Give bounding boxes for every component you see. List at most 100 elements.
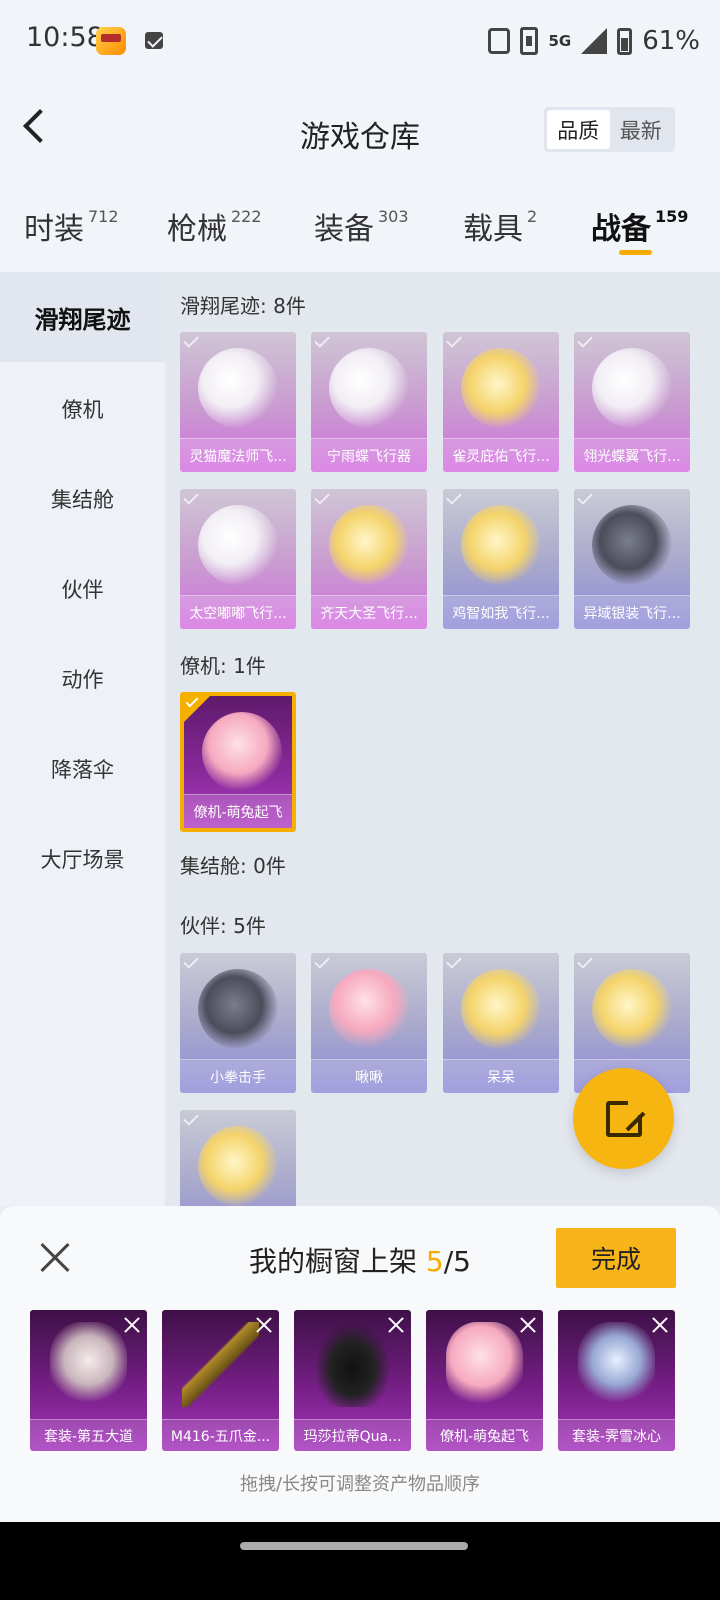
check-icon <box>446 332 462 348</box>
battery-icon <box>617 27 633 55</box>
sort-option-latest[interactable]: 最新 <box>610 110 673 149</box>
tab-weapons[interactable]: 枪械 222 <box>167 204 262 248</box>
sidebar-item-emote[interactable]: 动作 <box>0 634 165 724</box>
sidebar-item-partner[interactable]: 伙伴 <box>0 544 165 634</box>
item-grid: 滑翔尾迹: 8件 灵猫魔法师飞... 宁雨蝶飞行器 雀灵庇佑飞行... 翎光蝶翼… <box>165 272 720 1206</box>
showcase-slot[interactable]: 套装-第五大道 <box>30 1310 147 1451</box>
item-name: 太空嘟嘟飞行... <box>189 605 287 622</box>
done-button[interactable]: 完成 <box>556 1228 676 1288</box>
item-card[interactable]: 小拳击手 <box>180 953 296 1093</box>
item-name: 翎光蝶翼飞行... <box>583 448 681 465</box>
category-tabs: 时装 712 枪械 222 装备 303 载具 2 战备 159 <box>0 180 720 272</box>
remove-icon[interactable] <box>519 1316 537 1334</box>
check-icon <box>183 953 199 969</box>
showcase-slot[interactable]: 玛莎拉蒂Qua... <box>294 1310 411 1451</box>
sidebar-item-assembly-pod[interactable]: 集结舱 <box>0 454 165 544</box>
vibrate-icon <box>488 28 511 54</box>
sort-toggle: 品质 最新 <box>544 107 675 152</box>
item-name: 灵猫魔法师飞... <box>189 448 287 465</box>
tab-combat-gear[interactable]: 战备 159 <box>591 204 688 248</box>
slot-name: 玛莎拉蒂Qua... <box>303 1428 402 1445</box>
item-image <box>461 969 541 1049</box>
slot-name: 套装-第五大道 <box>43 1428 134 1445</box>
tab-label: 装备 <box>314 212 374 247</box>
section-title-wingman: 僚机: 1件 <box>180 654 266 678</box>
sidebar-item-glide-trail[interactable]: 滑翔尾迹 <box>0 272 165 362</box>
item-card[interactable]: 雀灵庇佑飞行... <box>443 332 559 472</box>
tab-label: 载具 <box>463 212 523 247</box>
item-card[interactable]: 太空嘟嘟飞行... <box>180 489 296 629</box>
sort-option-quality[interactable]: 品质 <box>547 110 610 149</box>
item-card[interactable]: 宁雨蝶飞行器 <box>311 332 427 472</box>
section-title-glide-trail: 滑翔尾迹: 8件 <box>180 294 306 318</box>
item-image <box>592 969 672 1049</box>
battery-level: 61% <box>642 26 700 56</box>
sidebar-item-wingman[interactable]: 僚机 <box>0 364 165 454</box>
item-image <box>461 505 541 585</box>
system-nav-bar <box>0 1522 720 1600</box>
item-image <box>329 348 409 428</box>
check-icon <box>577 489 593 505</box>
section-title-assembly-pod: 集结舱: 0件 <box>180 854 286 878</box>
section-title-partner: 伙伴: 5件 <box>180 914 266 938</box>
showcase-slot[interactable]: 僚机-萌兔起飞 <box>426 1310 543 1451</box>
item-image <box>329 505 409 585</box>
tab-count: 222 <box>231 207 262 226</box>
check-icon <box>314 953 330 969</box>
item-image <box>198 505 278 585</box>
reorder-hint: 拖拽/长按可调整资产物品顺序 <box>239 1474 481 1495</box>
item-card[interactable]: 齐天大圣飞行... <box>311 489 427 629</box>
check-icon <box>314 332 330 348</box>
showcase-total: /5 <box>443 1245 471 1278</box>
tab-count: 303 <box>378 207 409 226</box>
item-card[interactable]: 鸡智如我飞行... <box>443 489 559 629</box>
tab-equipment[interactable]: 装备 303 <box>314 204 409 248</box>
remove-icon[interactable] <box>123 1316 141 1334</box>
item-card-selected[interactable]: 僚机-萌兔起飞 <box>180 692 296 832</box>
tab-vehicles[interactable]: 载具 2 <box>463 204 537 248</box>
item-name: 宁雨蝶飞行器 <box>327 448 411 465</box>
showcase-title-text: 我的橱窗上架 <box>249 1245 426 1278</box>
item-image <box>461 348 541 428</box>
share-button[interactable] <box>573 1068 674 1169</box>
check-icon <box>183 1110 199 1126</box>
active-tab-indicator <box>619 250 652 255</box>
item-card[interactable]: 翎光蝶翼飞行... <box>574 332 690 472</box>
check-icon <box>183 332 199 348</box>
sidebar-item-lobby-scene[interactable]: 大厅场景 <box>0 814 165 904</box>
item-card[interactable]: 啾啾 <box>311 953 427 1093</box>
slot-image <box>182 1322 259 1407</box>
remove-icon[interactable] <box>387 1316 405 1334</box>
item-card[interactable]: 灵猫魔法师飞... <box>180 332 296 472</box>
showcase-slot[interactable]: 套装-霁雪冰心 <box>558 1310 675 1451</box>
item-card[interactable] <box>180 1110 296 1206</box>
item-image <box>198 1126 278 1206</box>
remove-icon[interactable] <box>255 1316 273 1334</box>
item-name: 雀灵庇佑飞行... <box>452 448 550 465</box>
slot-name: 套装-霁雪冰心 <box>571 1428 662 1445</box>
item-image <box>592 505 672 585</box>
status-time: 10:58 <box>26 22 104 53</box>
item-name: 齐天大圣飞行... <box>320 605 418 622</box>
tab-count: 2 <box>527 207 538 226</box>
tab-fashion[interactable]: 时装 712 <box>24 204 119 248</box>
item-name: 呆呆 <box>487 1069 515 1086</box>
sidebar-item-parachute[interactable]: 降落伞 <box>0 724 165 814</box>
home-indicator[interactable] <box>240 1542 468 1550</box>
share-icon <box>606 1097 646 1137</box>
remove-icon[interactable] <box>651 1316 669 1334</box>
showcase-count: 5 <box>425 1245 444 1278</box>
network-type: 5G <box>548 32 572 50</box>
item-card[interactable]: 呆呆 <box>443 953 559 1093</box>
item-card[interactable]: 异域银装飞行... <box>574 489 690 629</box>
slot-image <box>314 1322 391 1407</box>
check-icon <box>446 953 462 969</box>
sim-icon <box>520 27 539 55</box>
showcase-slot[interactable]: M416-五爪金... <box>162 1310 279 1451</box>
check-icon <box>577 953 593 969</box>
status-bar: 10:58 5G 61% <box>0 0 720 80</box>
status-indicators: 5G 61% <box>488 24 700 58</box>
signal-icon <box>581 28 608 54</box>
item-name: 异域银装飞行... <box>583 605 681 622</box>
item-image <box>329 969 409 1049</box>
